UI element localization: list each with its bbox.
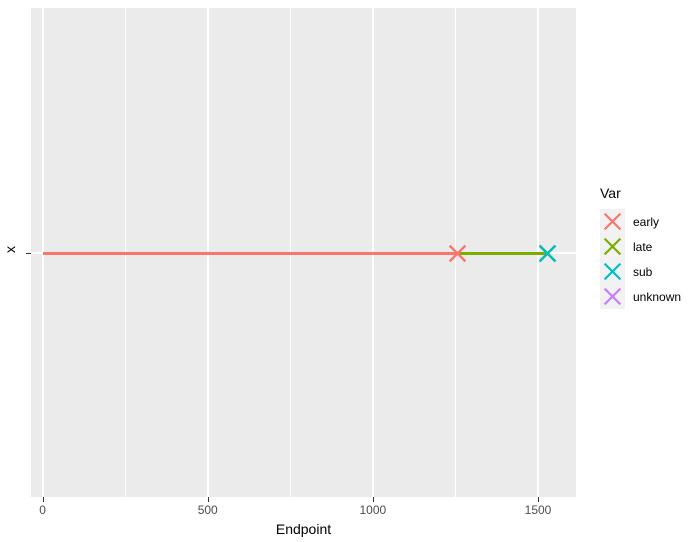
legend-item-unknown[interactable]: unknown	[600, 284, 688, 309]
legend-item-early[interactable]: early	[600, 209, 688, 234]
plot-panel	[31, 8, 576, 497]
x-axis-title: Endpoint	[275, 521, 332, 537]
legend-key-x-icon	[600, 284, 625, 309]
legend: Var early late sub unknown	[600, 185, 688, 309]
x-axis-ticks	[31, 497, 576, 502]
data-segment-early	[42, 251, 458, 255]
legend-key-x-icon	[600, 234, 625, 259]
x-tick-label: 1000	[359, 503, 387, 517]
data-point-marker-sub	[538, 244, 557, 263]
y-axis-title: x	[2, 246, 18, 253]
legend-label: early	[633, 214, 660, 229]
y-tick	[26, 253, 31, 254]
legend-key-x-icon	[600, 209, 625, 234]
data-point-marker-early	[448, 244, 467, 263]
legend-label: sub	[633, 264, 653, 279]
ggplot-figure: 0 500 1000 1500 Endpoint x Var early late sub…	[0, 0, 690, 542]
x-tick	[372, 497, 374, 502]
legend-item-late[interactable]: late	[600, 234, 688, 259]
legend-label: late	[633, 239, 653, 254]
x-tick	[42, 497, 44, 502]
x-tick-label: 0	[39, 503, 46, 517]
legend-item-sub[interactable]: sub	[600, 259, 688, 284]
legend-label: unknown	[633, 289, 682, 304]
legend-items: early late sub unknown	[600, 209, 688, 309]
x-axis-tick-labels: 0 500 1000 1500	[31, 503, 576, 519]
x-tick-label: 500	[197, 503, 218, 517]
x-tick	[538, 497, 539, 502]
x-tick-label: 1500	[524, 503, 552, 517]
y-axis-ticks	[26, 8, 31, 497]
data-segment-late	[457, 251, 548, 255]
legend-key-x-icon	[600, 259, 625, 284]
data-layer	[31, 8, 576, 497]
x-tick	[207, 497, 209, 502]
legend-title: Var	[600, 185, 621, 201]
